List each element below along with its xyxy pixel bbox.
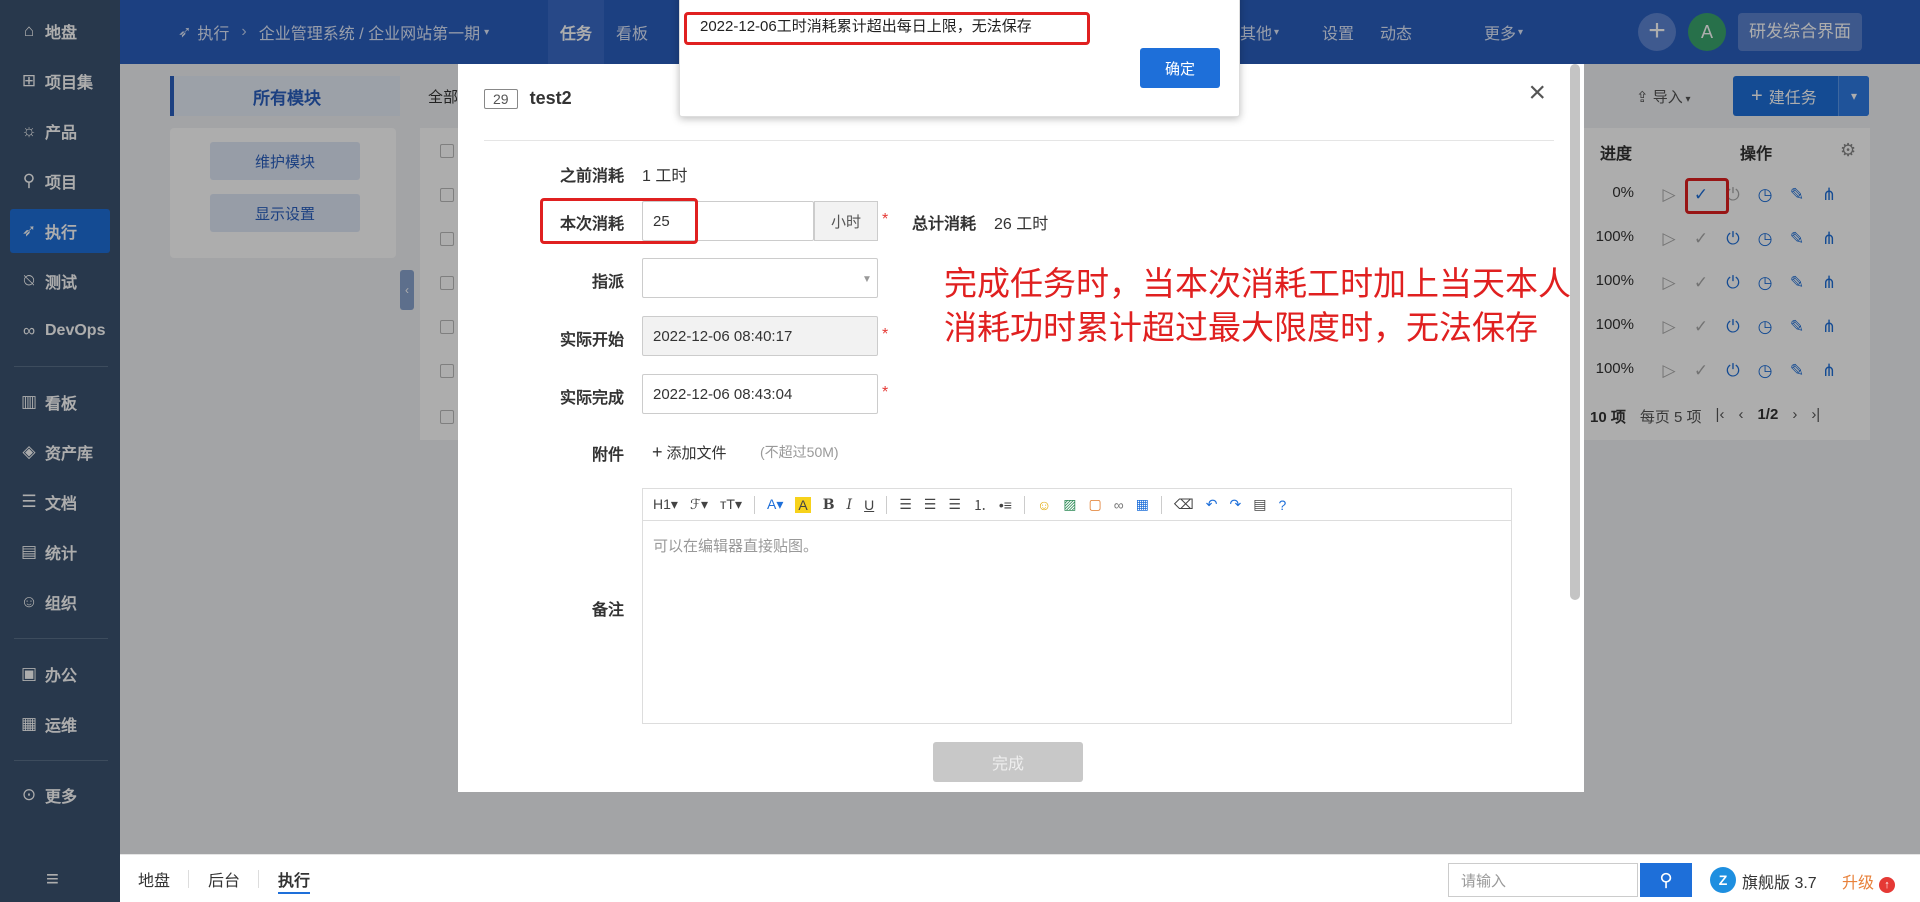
bottom-bar: 地盘 后台 执行 请输入 ⚲ Z 旗舰版 3.7 升级 ↑ <box>120 854 1920 902</box>
search-icon[interactable]: ⚲ <box>1640 863 1692 897</box>
redo-icon[interactable]: ↷ <box>1229 496 1241 513</box>
clear-format-icon[interactable]: ⌫ <box>1174 496 1194 513</box>
bottom-divider <box>258 870 259 888</box>
paste-icon[interactable]: ▤ <box>1253 496 1266 513</box>
task-id-badge: 29 <box>484 88 518 109</box>
bottom-divider <box>188 870 189 888</box>
bottom-link-dashboard[interactable]: 地盘 <box>138 855 170 902</box>
upgrade-link[interactable]: 升级 ↑ <box>1842 869 1896 893</box>
actual-finish-label: 实际完成 <box>559 390 624 407</box>
remark-label: 备注 <box>591 602 624 619</box>
required-mark: * <box>882 384 889 401</box>
actual-finish-input[interactable]: 2022-12-06 08:43:04 <box>642 374 878 414</box>
bullet-list-icon[interactable]: •≡ <box>999 497 1012 513</box>
toolbar-divider <box>1160 495 1162 514</box>
prev-consumed-label: 之前消耗 <box>559 168 624 185</box>
annotation-line-1: 完成任务时，当本次消耗工时加上当天本人 <box>944 265 1571 302</box>
annotation-note: 完成任务时，当本次消耗工时加上当天本人 消耗功时累计超过最大限度时，无法保存 <box>944 262 1584 350</box>
add-file-button[interactable]: + 添加文件 <box>652 442 727 463</box>
image-icon[interactable]: ▨ <box>1063 496 1076 513</box>
highlight-alert-message <box>684 12 1090 45</box>
chevron-down-icon: ▼ <box>862 274 872 285</box>
highlight-current-consumed <box>540 198 698 244</box>
actual-start-input[interactable]: 2022-12-06 08:40:17 <box>642 316 878 356</box>
font-color-icon[interactable]: A▾ <box>767 496 783 513</box>
toolbar-divider <box>886 495 888 514</box>
modal-header: 29 test2 <box>484 88 572 109</box>
assign-label: 指派 <box>591 274 624 291</box>
annotation-line-2: 消耗功时累计超过最大限度时，无法保存 <box>944 309 1538 346</box>
highlight-color-icon[interactable]: A <box>795 496 811 513</box>
underline-icon[interactable]: U <box>864 497 874 513</box>
emoji-icon[interactable]: ☺ <box>1037 497 1051 513</box>
help-icon[interactable]: ? <box>1278 497 1286 513</box>
table-icon[interactable]: ▦ <box>1136 496 1149 513</box>
plus-icon: + <box>652 442 663 462</box>
assign-select[interactable] <box>642 258 878 298</box>
align-right-icon[interactable]: ☰ <box>948 496 961 513</box>
edition-label: 旗舰版 3.7 <box>1742 875 1817 892</box>
upgrade-arrow-icon: ↑ <box>1879 877 1896 893</box>
attachment-label: 附件 <box>591 447 624 464</box>
actual-start-label: 实际开始 <box>559 332 624 349</box>
align-left-icon[interactable]: ☰ <box>899 496 912 513</box>
finish-task-modal: 29 test2 × 之前消耗 1 工时 本次消耗 25 小时 * 总计消耗 2… <box>458 64 1584 792</box>
bottom-link-admin[interactable]: 后台 <box>208 855 240 902</box>
zentao-logo-icon: Z <box>1710 867 1736 893</box>
font-size-icon[interactable]: тT▾ <box>720 496 742 513</box>
toolbar-divider <box>1023 495 1025 514</box>
required-mark: * <box>882 326 889 343</box>
file-size-hint: (不超过50M) <box>760 444 839 460</box>
undo-icon[interactable]: ↶ <box>1206 496 1218 513</box>
italic-icon[interactable]: I <box>847 497 853 513</box>
toolbar-divider <box>753 495 755 514</box>
font-family-icon[interactable]: ℱ▾ <box>690 496 708 513</box>
modal-divider <box>484 140 1554 141</box>
alert-ok-button[interactable]: 确定 <box>1140 48 1220 88</box>
bold-icon[interactable]: B <box>823 497 835 513</box>
link-icon[interactable]: ∞ <box>1114 497 1124 513</box>
finish-button[interactable]: 完成 <box>933 742 1083 782</box>
bottom-link-execution[interactable]: 执行 <box>278 855 311 902</box>
editor-toolbar: H1▾ ℱ▾ тT▾ A▾ A B I U ☰ ☰ ☰ ⒈ •≡ ☺ ▨ ▢ ∞… <box>643 489 1511 521</box>
hours-unit-addon: 小时 <box>814 201 878 241</box>
close-icon[interactable]: × <box>1528 76 1546 110</box>
remark-editor: H1▾ ℱ▾ тT▾ A▾ A B I U ☰ ☰ ☰ ⒈ •≡ ☺ ▨ ▢ ∞… <box>642 488 1512 724</box>
code-icon[interactable]: ▢ <box>1089 496 1102 513</box>
total-consumed-value: 26 工时 <box>994 216 1049 233</box>
modal-title: test2 <box>529 88 572 108</box>
editor-placeholder[interactable]: 可以在编辑器直接贴图。 <box>643 521 1511 570</box>
total-consumed-label: 总计消耗 <box>911 216 976 233</box>
heading-icon[interactable]: H1▾ <box>653 496 678 513</box>
bottom-search-input[interactable]: 请输入 <box>1448 863 1638 897</box>
prev-consumed-value: 1 工时 <box>642 168 688 185</box>
ordered-list-icon[interactable]: ⒈ <box>973 495 987 515</box>
align-center-icon[interactable]: ☰ <box>924 496 937 513</box>
